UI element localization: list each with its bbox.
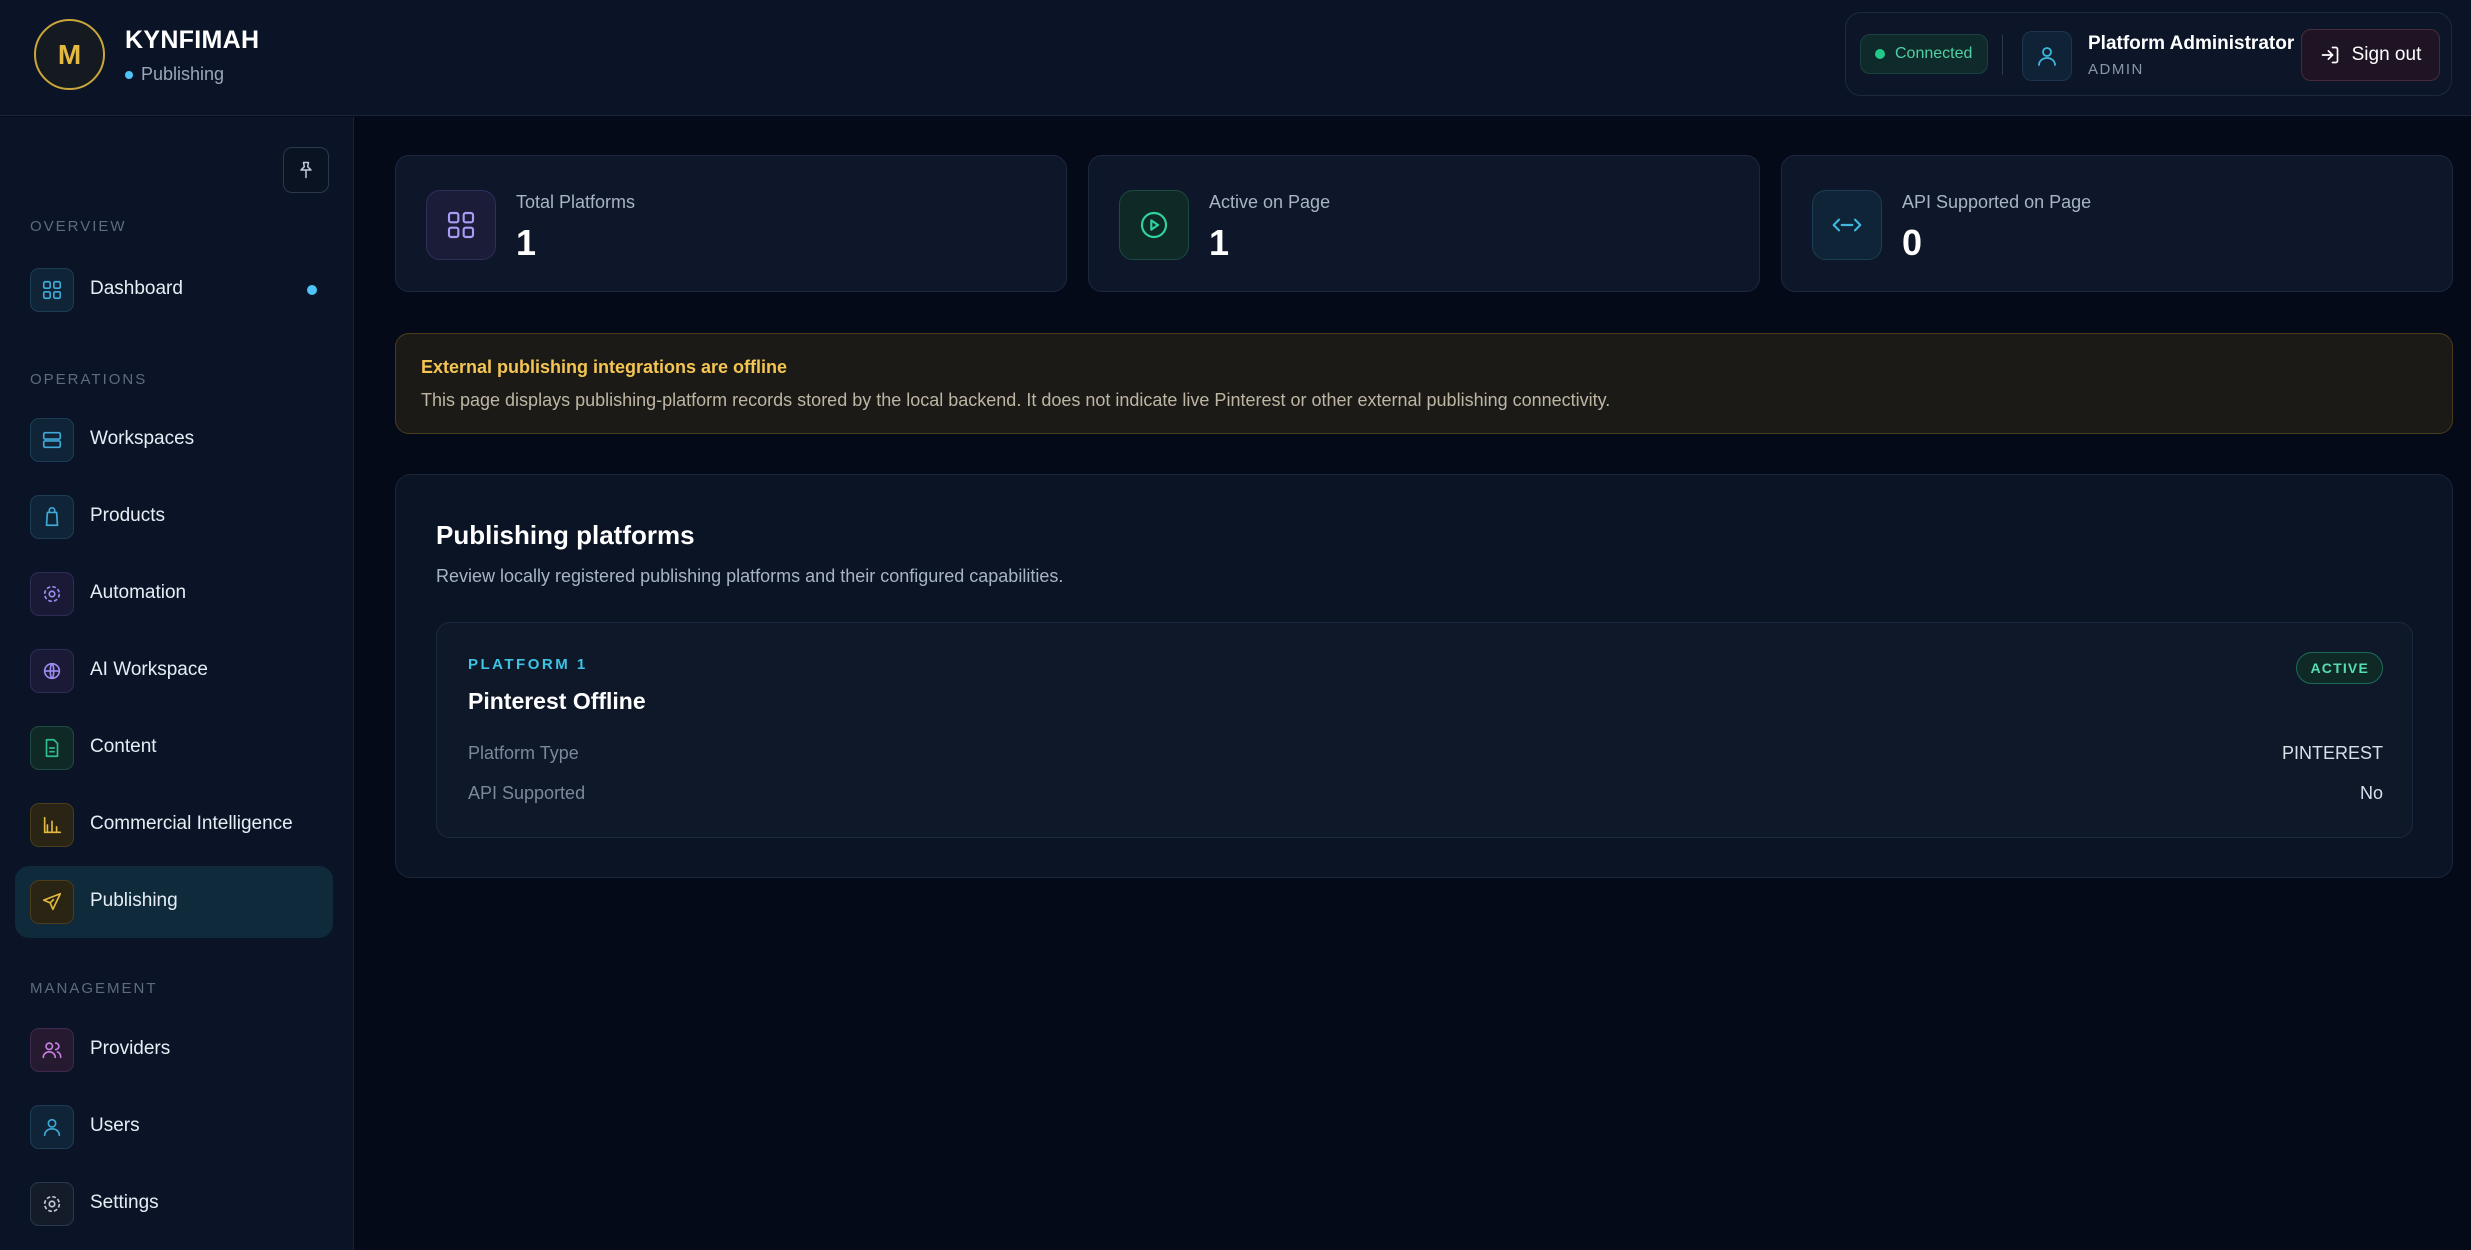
brand-subtitle: Publishing (125, 64, 224, 85)
sidebar-item-label: Content (90, 736, 157, 757)
sidebar-item-automation[interactable]: Automation (15, 558, 333, 630)
platform-type-value: PINTEREST (2281, 743, 2383, 763)
sidebar-item-settings[interactable]: Settings (15, 1168, 333, 1240)
chart-icon (30, 803, 74, 847)
stat-value: 1 (516, 222, 537, 263)
user-panel: Connected Platform Administrator ADMIN S… (1845, 12, 2452, 96)
send-icon (30, 880, 74, 924)
pin-sidebar-button[interactable] (283, 147, 329, 193)
grid-icon (426, 190, 496, 260)
stat-card-active-on-page: Active on Page 1 (1088, 155, 1760, 292)
gear-icon (30, 572, 74, 616)
status-badge: ACTIVE (2296, 652, 2383, 684)
sidebar-item-label: Commercial Intelligence (90, 813, 293, 834)
stat-label: API Supported on Page (1902, 192, 2092, 212)
connection-status: Connected (1895, 45, 1973, 62)
user-icon (2035, 44, 2059, 68)
sign-out-icon (2320, 45, 2340, 65)
brand-subtitle-text: Publishing (141, 64, 225, 84)
grid-icon (30, 268, 74, 312)
stat-card-total-platforms: Total Platforms 1 (395, 155, 1067, 292)
sidebar-item-workspaces[interactable]: Workspaces (15, 404, 333, 476)
brand-name: KYNFIMAH (125, 26, 260, 54)
connection-badge: Connected (1860, 34, 1988, 74)
section-label-overview: OVERVIEW (30, 218, 127, 235)
header-divider (2002, 35, 2003, 75)
platform-kicker: PLATFORM 1 (468, 656, 588, 673)
sidebar-item-label: Users (90, 1115, 140, 1136)
top-header: M KYNFIMAH Publishing Connected Platform… (0, 0, 2471, 116)
user-role: ADMIN (2088, 61, 2144, 78)
panel-title: Publishing platforms (436, 520, 695, 550)
sidebar-item-commercial-intelligence[interactable]: Commercial Intelligence (15, 789, 333, 861)
sidebar-item-label: Workspaces (90, 428, 195, 449)
sidebar-item-content[interactable]: Content (15, 712, 333, 784)
sidebar-item-label: Products (90, 505, 165, 526)
shopping-bag-icon (30, 495, 74, 539)
sidebar-item-label: Providers (90, 1038, 171, 1059)
sidebar-item-dashboard[interactable]: Dashboard (15, 254, 333, 326)
connection-dot (1875, 49, 1885, 59)
globe-icon (30, 649, 74, 693)
section-label-operations: OPERATIONS (30, 371, 148, 388)
section-label-management: MANAGEMENT (30, 980, 158, 997)
api-supported-label: API Supported (468, 783, 586, 803)
document-icon (30, 726, 74, 770)
user-avatar[interactable] (2022, 31, 2072, 81)
notification-dot (307, 285, 317, 295)
sidebar-item-label: Automation (90, 582, 187, 603)
sidebar-item-label: AI Workspace (90, 659, 208, 680)
stat-label: Active on Page (1209, 192, 1331, 212)
sidebar-item-products[interactable]: Products (15, 481, 333, 553)
offline-alert: External publishing integrations are off… (395, 333, 2453, 434)
panel-description: Review locally registered publishing pla… (436, 566, 1064, 586)
stat-value: 1 (1209, 222, 1230, 263)
alert-text: This page displays publishing-platform r… (421, 390, 1611, 410)
sidebar-item-providers[interactable]: Providers (15, 1014, 333, 1086)
sign-out-label: Sign out (2351, 44, 2422, 65)
platform-type-label: Platform Type (468, 743, 579, 763)
users-icon (30, 1028, 74, 1072)
alert-title: External publishing integrations are off… (421, 357, 788, 377)
brand-logo: M (34, 19, 105, 90)
stat-value: 0 (1902, 222, 1923, 263)
code-arrows-icon (1812, 190, 1882, 260)
user-name: Platform Administrator (2088, 33, 2295, 54)
sidebar-item-publishing[interactable]: Publishing (15, 866, 333, 938)
server-icon (30, 418, 74, 462)
stat-card-api-supported: API Supported on Page 0 (1781, 155, 2453, 292)
sidebar-item-users[interactable]: Users (15, 1091, 333, 1163)
sign-out-button[interactable]: Sign out (2301, 29, 2440, 81)
platform-name: Pinterest Offline (468, 688, 646, 714)
sidebar: OVERVIEW Dashboard OPERATIONS Workspaces… (0, 117, 354, 1250)
sidebar-item-ai-workspace[interactable]: AI Workspace (15, 635, 333, 707)
api-supported-value: No (2359, 783, 2383, 803)
sidebar-item-label: Settings (90, 1192, 159, 1213)
pin-icon (296, 160, 316, 180)
play-circle-icon (1119, 190, 1189, 260)
stat-label: Total Platforms (516, 192, 636, 212)
status-dot (125, 70, 133, 79)
platform-card[interactable]: PLATFORM 1 Pinterest Offline ACTIVE Plat… (436, 622, 2413, 838)
sidebar-item-label: Publishing (90, 890, 178, 911)
brand-initial: M (57, 38, 82, 70)
user-icon (30, 1105, 74, 1149)
publishing-platforms-panel: Publishing platforms Review locally regi… (395, 474, 2453, 878)
gear-icon (30, 1182, 74, 1226)
sidebar-item-label: Dashboard (90, 278, 183, 299)
